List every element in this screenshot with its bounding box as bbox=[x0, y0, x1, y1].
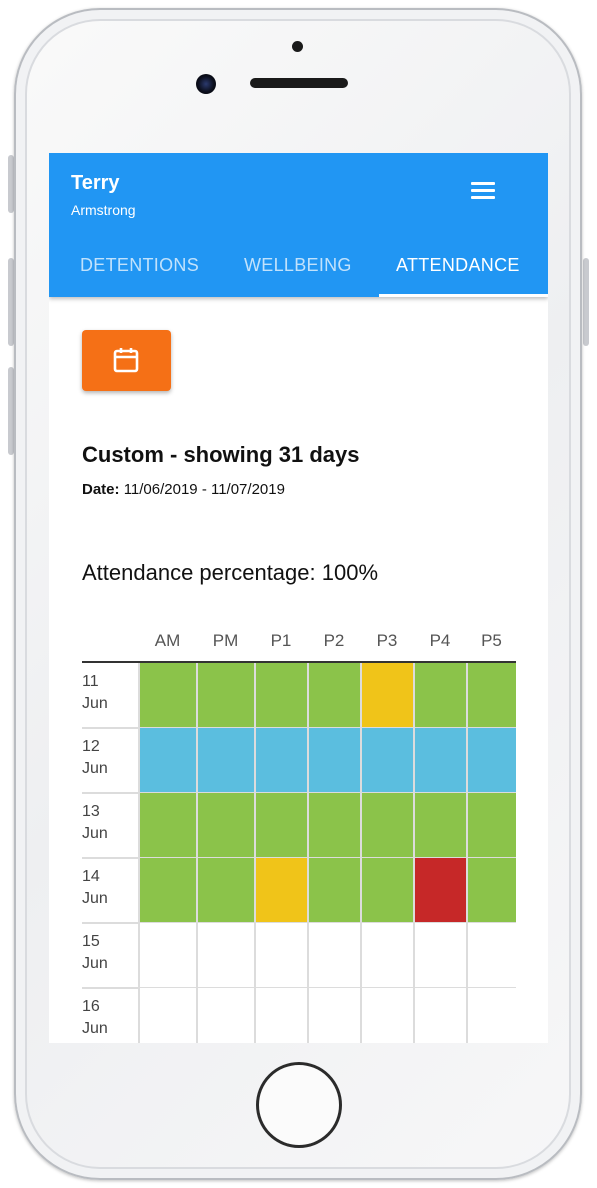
attendance-cell-present bbox=[139, 858, 196, 923]
column-divider bbox=[360, 663, 362, 1043]
row-day: 16 bbox=[82, 998, 100, 1015]
attendance-cell-present bbox=[414, 793, 466, 858]
column-divider bbox=[138, 663, 140, 1043]
date-label: Date: bbox=[82, 481, 120, 498]
app-screen: Terry Armstrong DETENTIONS WELLBEING ATT… bbox=[49, 153, 548, 1043]
row-date-label: 14 Jun bbox=[82, 866, 132, 910]
attendance-cell-present bbox=[255, 663, 307, 728]
attendance-cell-present bbox=[467, 663, 516, 728]
row-day: 14 bbox=[82, 868, 100, 885]
proximity-sensor bbox=[292, 41, 303, 52]
calendar-icon bbox=[113, 348, 139, 373]
column-divider bbox=[196, 663, 198, 1043]
attendance-cell-present bbox=[308, 793, 360, 858]
row-day: 13 bbox=[82, 803, 100, 820]
attendance-cell-holiday bbox=[139, 728, 196, 793]
column-divider bbox=[413, 663, 415, 1043]
home-button[interactable] bbox=[256, 1062, 342, 1148]
attendance-cell-none bbox=[255, 988, 307, 1043]
attendance-cell-holiday bbox=[361, 728, 413, 793]
row-date-label: 15 Jun bbox=[82, 931, 132, 975]
attendance-cell-holiday bbox=[414, 728, 466, 793]
date-value: 11/06/2019 - 11/07/2019 bbox=[123, 481, 285, 498]
attendance-cell-present bbox=[361, 793, 413, 858]
attendance-cell-none bbox=[414, 923, 466, 988]
attendance-cell-present bbox=[139, 663, 196, 728]
attendance-cell-present bbox=[467, 858, 516, 923]
attendance-cell-present bbox=[467, 793, 516, 858]
row-month: Jun bbox=[82, 695, 108, 712]
row-month: Jun bbox=[82, 760, 108, 777]
attendance-percentage: Attendance percentage: 100% bbox=[82, 560, 379, 585]
row-month: Jun bbox=[82, 955, 108, 972]
column-divider bbox=[466, 663, 468, 1043]
attendance-cell-holiday bbox=[255, 728, 307, 793]
tab-wellbeing[interactable]: WELLBEING bbox=[244, 255, 352, 276]
attendance-cell-holiday bbox=[308, 728, 360, 793]
row-date-label: 16 Jun bbox=[82, 996, 132, 1040]
column-divider bbox=[307, 663, 309, 1043]
row-date-label: 12 Jun bbox=[82, 736, 132, 780]
range-title: Custom - showing 31 days bbox=[82, 442, 360, 467]
row-month: Jun bbox=[82, 825, 108, 842]
column-header-p3: P3 bbox=[376, 631, 398, 650]
row-month: Jun bbox=[82, 1020, 108, 1037]
attendance-cell-none bbox=[308, 923, 360, 988]
row-date-label: 13 Jun bbox=[82, 801, 132, 845]
attendance-cell-holiday bbox=[197, 728, 254, 793]
attendance-cell-present bbox=[308, 663, 360, 728]
row-day: 15 bbox=[82, 933, 100, 950]
attendance-cell-present bbox=[361, 858, 413, 923]
attendance-cell-none bbox=[197, 923, 254, 988]
attendance-cell-none bbox=[467, 988, 516, 1043]
date-range: Date: 11/06/2019 - 11/07/2019 bbox=[82, 481, 285, 498]
attendance-cell-none bbox=[255, 923, 307, 988]
attendance-cell-present bbox=[197, 858, 254, 923]
attendance-cell-present bbox=[255, 793, 307, 858]
attendance-cell-none bbox=[197, 988, 254, 1043]
attendance-cell-absent bbox=[414, 858, 466, 923]
row-month: Jun bbox=[82, 890, 108, 907]
app-bar: Terry Armstrong DETENTIONS WELLBEING ATT… bbox=[49, 153, 548, 297]
tab-detentions[interactable]: DETENTIONS bbox=[80, 255, 199, 276]
row-day: 11 bbox=[82, 673, 99, 690]
date-range-button[interactable] bbox=[82, 330, 171, 391]
column-header-p5: P5 bbox=[481, 631, 502, 650]
column-header-p1: P1 bbox=[270, 631, 292, 650]
attendance-cell-late bbox=[361, 663, 413, 728]
attendance-cell-present bbox=[414, 663, 466, 728]
column-header-p2: P2 bbox=[323, 631, 345, 650]
column-header-p4: P4 bbox=[429, 631, 451, 650]
attendance-cell-none bbox=[361, 923, 413, 988]
column-divider bbox=[254, 663, 256, 1043]
tab-bar: DETENTIONS WELLBEING ATTENDANCE bbox=[49, 241, 548, 297]
attendance-cell-present bbox=[139, 793, 196, 858]
column-header-am: AM bbox=[154, 631, 181, 650]
tab-attendance[interactable]: ATTENDANCE bbox=[396, 255, 520, 276]
attendance-cell-present bbox=[197, 793, 254, 858]
row-day: 12 bbox=[82, 738, 100, 755]
earpiece-speaker bbox=[250, 78, 348, 88]
attendance-cell-holiday bbox=[467, 728, 516, 793]
attendance-cell-late bbox=[255, 858, 307, 923]
attendance-cell-none bbox=[414, 988, 466, 1043]
attendance-cell-present bbox=[197, 663, 254, 728]
attendance-cell-none bbox=[467, 923, 516, 988]
attendance-cell-none bbox=[361, 988, 413, 1043]
column-header-pm: PM bbox=[212, 631, 239, 650]
front-camera bbox=[196, 74, 216, 94]
attendance-cell-present bbox=[308, 858, 360, 923]
attendance-cell-none bbox=[139, 923, 196, 988]
hamburger-menu-icon[interactable] bbox=[470, 182, 496, 202]
active-tab-indicator bbox=[379, 294, 548, 297]
row-date-label: 11 Jun bbox=[82, 671, 132, 715]
attendance-cell-none bbox=[139, 988, 196, 1043]
student-last-name: Armstrong bbox=[71, 202, 136, 218]
power-button bbox=[583, 258, 589, 346]
attendance-cell-none bbox=[308, 988, 360, 1043]
student-first-name: Terry bbox=[71, 172, 120, 194]
